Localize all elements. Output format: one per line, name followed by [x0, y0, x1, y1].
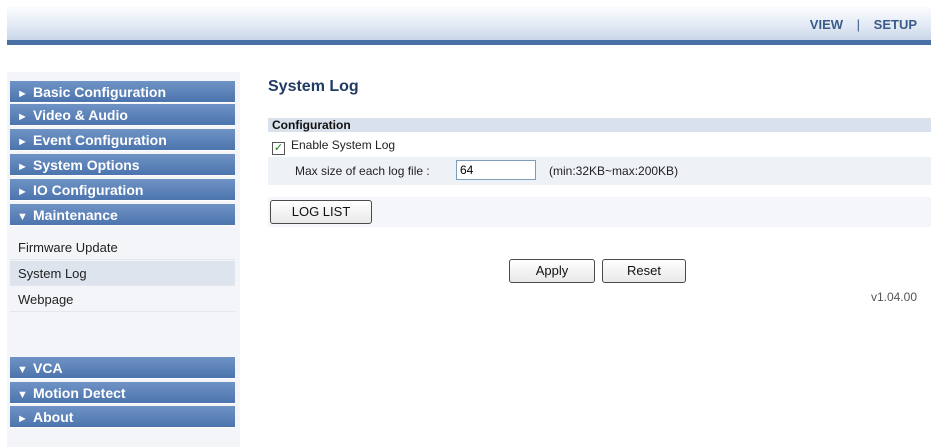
menu-about[interactable]: ► About — [10, 406, 235, 428]
section-header-configuration: Configuration — [268, 118, 931, 132]
top-nav: VIEW | SETUP — [810, 17, 917, 32]
menu-label: IO Configuration — [33, 182, 144, 198]
menu-label: About — [33, 409, 74, 425]
enable-system-log-checkbox[interactable]: ✓ — [272, 142, 285, 155]
max-size-hint: (min:32KB~max:200KB) — [549, 164, 679, 178]
menu-io-configuration[interactable]: ► IO Configuration — [10, 179, 235, 201]
menu-vca[interactable]: ▼ VCA — [10, 357, 235, 379]
header-divider — [7, 40, 931, 45]
version-label: v1.04.00 — [870, 290, 917, 304]
menu-label: Motion Detect — [33, 385, 126, 401]
max-size-row: Max size of each log file : (min:32KB~ma… — [268, 157, 931, 185]
expand-arrow-icon: ► — [17, 136, 28, 148]
sidebar-item-webpage[interactable]: Webpage — [10, 287, 235, 312]
collapse-arrow-icon: ▼ — [17, 389, 28, 401]
log-list-row: LOG LIST — [268, 197, 931, 227]
collapse-arrow-icon: ▼ — [17, 364, 28, 376]
sidebar-item-firmware-update[interactable]: Firmware Update — [10, 235, 235, 260]
menu-basic-configuration[interactable]: ► Basic Configuration — [10, 81, 235, 103]
max-size-input[interactable] — [456, 160, 536, 180]
menu-event-configuration[interactable]: ► Event Configuration — [10, 129, 235, 151]
enable-system-log-row: ✓ Enable System Log — [268, 135, 931, 156]
reset-button[interactable]: Reset — [602, 259, 686, 283]
menu-system-options[interactable]: ► System Options — [10, 154, 235, 176]
expand-arrow-icon: ► — [17, 413, 28, 425]
menu-label: Video & Audio — [33, 107, 128, 123]
menu-label: Basic Configuration — [33, 84, 167, 100]
page-title: System Log — [268, 78, 359, 95]
nav-separator: | — [856, 17, 861, 32]
menu-label: System Options — [33, 157, 140, 173]
menu-motion-detect[interactable]: ▼ Motion Detect — [10, 382, 235, 404]
expand-arrow-icon: ► — [17, 186, 28, 198]
sidebar-item-system-log[interactable]: System Log — [10, 261, 235, 286]
menu-video-audio[interactable]: ► Video & Audio — [10, 104, 235, 126]
max-size-label: Max size of each log file : — [295, 164, 430, 178]
view-link[interactable]: VIEW — [810, 17, 843, 32]
setup-link[interactable]: SETUP — [874, 17, 917, 32]
collapse-arrow-icon: ▼ — [17, 211, 28, 223]
menu-label: Maintenance — [33, 207, 118, 223]
apply-button[interactable]: Apply — [509, 259, 595, 283]
top-header-bar — [7, 7, 931, 40]
expand-arrow-icon: ► — [17, 88, 28, 100]
expand-arrow-icon: ► — [17, 161, 28, 173]
menu-label: VCA — [33, 360, 63, 376]
expand-arrow-icon: ► — [17, 111, 28, 123]
menu-label: Event Configuration — [33, 132, 167, 148]
enable-system-log-label: Enable System Log — [291, 138, 396, 152]
log-list-button[interactable]: LOG LIST — [270, 200, 372, 224]
menu-maintenance[interactable]: ▼ Maintenance — [10, 204, 235, 226]
